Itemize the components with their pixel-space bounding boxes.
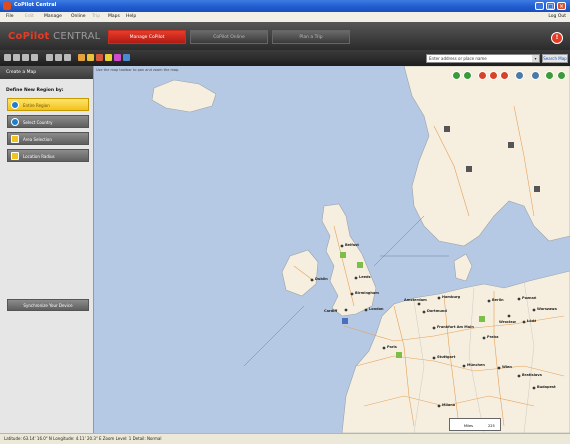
pan-left-icon[interactable]: [478, 71, 487, 80]
globe-icon: [11, 118, 19, 126]
city-label: London: [369, 307, 384, 311]
flag-icon[interactable]: [96, 54, 103, 61]
option-label: Entire Region: [23, 103, 50, 108]
city-label: Paris: [387, 345, 397, 349]
tab-copilot-online[interactable]: CoPilot Online: [190, 30, 268, 44]
city-label: Dortmund: [427, 309, 447, 313]
open-icon[interactable]: [13, 54, 20, 61]
alert-icon[interactable]: !: [551, 32, 563, 44]
zoom-in-icon[interactable]: [452, 71, 461, 80]
pan-right-icon[interactable]: [500, 71, 509, 80]
chevron-down-icon[interactable]: ▾: [532, 55, 539, 62]
pan-up-icon[interactable]: [489, 71, 498, 80]
pin-icon[interactable]: [78, 54, 85, 61]
scale-unit: Miles: [464, 424, 473, 428]
globe-icon: [11, 101, 19, 109]
fullscreen-icon[interactable]: [557, 71, 566, 80]
menu-online[interactable]: Online: [71, 14, 86, 19]
city-label: Wien: [502, 365, 512, 369]
option-label: Location Radius: [23, 154, 55, 159]
city-label: Belfast: [345, 243, 359, 247]
sidebar: Create a Map Define New Region by: Entir…: [0, 66, 94, 433]
option-area-selection[interactable]: Area Selection: [7, 132, 89, 145]
radius-icon: [11, 152, 19, 160]
menu-maps[interactable]: Maps: [108, 14, 120, 19]
menu-manage[interactable]: Manage: [44, 14, 62, 19]
scale-value: 225: [488, 424, 495, 428]
city-label: Milano: [442, 403, 456, 407]
rotate-icon[interactable]: [515, 71, 524, 80]
city-label: Praha: [487, 335, 499, 339]
menu-help[interactable]: Help: [126, 14, 136, 19]
info-icon[interactable]: [123, 54, 130, 61]
search-map-button[interactable]: Search Map: [542, 54, 568, 63]
city-label: Amsterdam: [404, 298, 427, 302]
search-input[interactable]: Enter address or place name ▾: [426, 54, 540, 63]
grid-icon[interactable]: [55, 54, 62, 61]
menu-file[interactable]: File: [6, 14, 14, 19]
city-label: Berlin: [492, 298, 504, 302]
status-bar: Latitude: 63.14' 16.0" N Longitude: 4.11…: [0, 433, 570, 444]
menu-trip[interactable]: Trip: [92, 14, 100, 19]
city-label: Dublin: [315, 277, 328, 281]
maximize-button[interactable]: □: [546, 2, 555, 10]
close-button[interactable]: ×: [557, 2, 566, 10]
app-icon: [3, 2, 11, 10]
window-title: CoPilot Central: [14, 2, 57, 8]
option-location-radius[interactable]: Location Radius: [7, 149, 89, 162]
app-header: CoPilot CENTRAL Manage CoPilot CoPilot O…: [0, 22, 570, 50]
city-label: Wrocław: [499, 320, 516, 324]
selection-icon: [11, 135, 19, 143]
city-label: Łódź: [527, 319, 537, 323]
map-scale: Miles 225: [449, 418, 501, 431]
city-label: Bratislava: [522, 373, 542, 377]
zoom-out-icon[interactable]: [463, 71, 472, 80]
copilot-logo: CoPilot CENTRAL: [8, 31, 101, 42]
option-label: Area Selection: [23, 137, 52, 142]
new-icon[interactable]: [4, 54, 11, 61]
map-hint: Use the map toolbar to pan and zoom the …: [96, 68, 180, 72]
city-label: Frankfurt Am Main: [437, 325, 474, 329]
city-label: Cardiff: [324, 309, 338, 313]
tab-manage-copilot[interactable]: Manage CoPilot: [108, 30, 186, 44]
menu-edit[interactable]: Edit: [25, 14, 34, 19]
center-icon[interactable]: [531, 71, 540, 80]
option-label: Select Country: [23, 120, 53, 125]
settings-icon[interactable]: [64, 54, 71, 61]
synchronize-device-button[interactable]: Synchronize Your Device: [7, 299, 89, 311]
map-view[interactable]: Belfast Dublin Leeds Birmingham Cardiff …: [94, 66, 570, 433]
list-icon[interactable]: [46, 54, 53, 61]
city-label: München: [467, 363, 485, 367]
poi-icon[interactable]: [105, 54, 112, 61]
layers-icon[interactable]: [545, 71, 554, 80]
city-label: Warszawa: [537, 307, 557, 311]
logout-link[interactable]: Log Out: [548, 14, 566, 19]
city-label: Budapest: [537, 385, 556, 389]
option-select-country[interactable]: Select Country: [7, 115, 89, 128]
sidebar-subtitle: Define New Region by:: [6, 88, 64, 93]
city-label: Poznań: [522, 296, 537, 300]
tab-plan-a-trip[interactable]: Plan a Trip: [272, 30, 350, 44]
option-entire-region[interactable]: Entire Region: [7, 98, 89, 111]
city-label: Stuttgart: [437, 355, 456, 359]
city-labels: Belfast Dublin Leeds Birmingham Cardiff …: [94, 66, 570, 433]
city-label: Leeds: [359, 275, 371, 279]
print-icon[interactable]: [31, 54, 38, 61]
save-icon[interactable]: [22, 54, 29, 61]
star-icon[interactable]: [87, 54, 94, 61]
route-icon[interactable]: [114, 54, 121, 61]
city-label: Birmingham: [355, 291, 379, 295]
minimize-button[interactable]: _: [535, 2, 544, 10]
title-bar: CoPilot Central _ □ ×: [0, 0, 570, 12]
city-label: Hamburg: [442, 295, 461, 299]
sidebar-title: Create a Map: [0, 66, 93, 79]
